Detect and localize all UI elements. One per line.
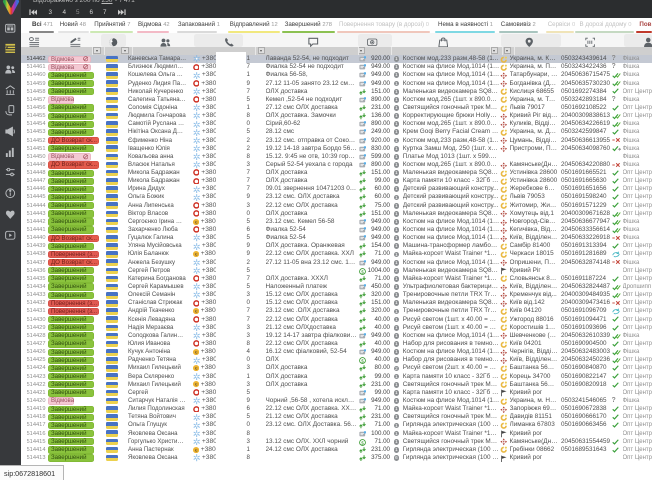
svg-text:lc: lc xyxy=(194,220,197,224)
svg-text:lc: lc xyxy=(194,448,197,452)
svg-text:lc: lc xyxy=(194,367,197,371)
svg-text:lc: lc xyxy=(194,383,197,387)
svg-text:lc: lc xyxy=(194,253,197,257)
svg-text:lc: lc xyxy=(194,350,197,354)
svg-text:lc: lc xyxy=(194,310,197,314)
